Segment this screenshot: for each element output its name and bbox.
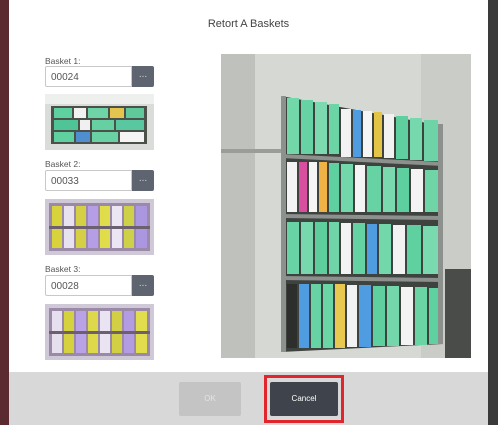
basket-1-label: Basket 1: [45,56,81,66]
basket-2-browse-button[interactable]: ... [132,170,154,191]
selected-basket-photo [221,54,471,358]
basket-3-thumbnail[interactable] [45,304,154,360]
cancel-button[interactable]: Cancel [270,382,338,416]
dialog-title: Retort A Baskets [207,18,290,30]
retort-baskets-dialog: Retort A Baskets Basket 1: 00024 ... Bas… [9,0,488,425]
basket-1-browse-button[interactable]: ... [132,66,154,87]
dialog-footer: OK Cancel [9,372,488,425]
background-right-edge [488,0,498,425]
basket-1-id-field[interactable]: 00024 [45,66,132,87]
basket-3-browse-button[interactable]: ... [132,275,154,296]
basket-2-label: Basket 2: [45,159,81,169]
basket-3-label: Basket 3: [45,264,81,274]
basket-3-id-field[interactable]: 00028 [45,275,132,296]
basket-2-id-field[interactable]: 00033 [45,170,132,191]
ok-button[interactable]: OK [179,382,241,416]
basket-1-thumbnail[interactable] [45,94,154,150]
background-left-edge [0,0,9,425]
basket-2-thumbnail[interactable] [45,199,154,255]
